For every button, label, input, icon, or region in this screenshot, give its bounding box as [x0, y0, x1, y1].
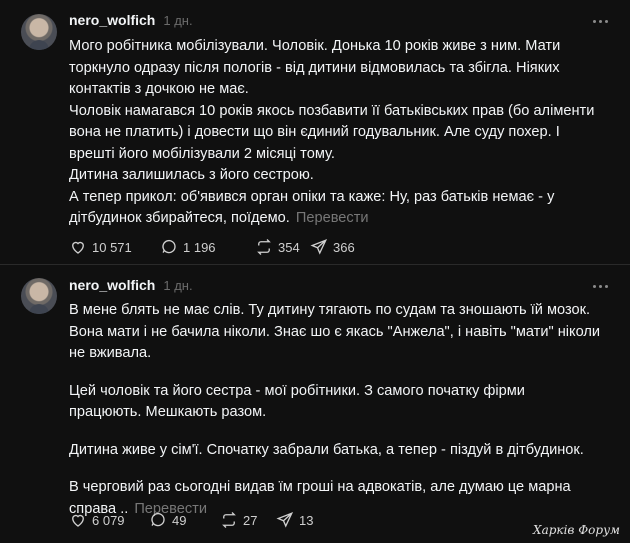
repost-count: 27 — [243, 512, 258, 528]
divider — [0, 264, 630, 265]
comment-count: 49 — [172, 512, 187, 528]
text-line: Дитина залишилась з його сестрою. — [69, 167, 314, 183]
text-line: Чоловік намагався 10 років якось позбави… — [69, 102, 595, 119]
share-button[interactable]: 366 — [310, 238, 355, 256]
text-line: не вживала. — [69, 345, 152, 361]
text-line: Цей чоловік та його сестра - мої робітни… — [69, 382, 525, 399]
comment-icon — [162, 239, 176, 254]
share-icon — [276, 512, 294, 528]
text-line: торкнуло одразу після пологів - від дити… — [69, 59, 560, 76]
repost-icon — [222, 512, 236, 528]
avatar[interactable] — [21, 278, 57, 314]
action-bar: 10 571 1 196 354 366 — [69, 237, 355, 257]
share-icon — [310, 239, 328, 255]
text-line: А тепер прикол: об'явився орган опіки та… — [69, 188, 555, 205]
heart-icon — [72, 241, 84, 254]
watermark: Харків Форум — [533, 523, 620, 537]
text-line: Дитина живе у сім'ї. Спочатку забрали ба… — [69, 441, 584, 458]
repost-icon — [257, 239, 271, 255]
text-line: вона не платить) і довести що він єдиний… — [69, 124, 560, 140]
username[interactable]: nero_wolfich — [69, 12, 155, 28]
translate-link[interactable]: Перевести — [296, 210, 369, 226]
text-line: В мене блять не має слів. Ту дитину тяга… — [69, 302, 591, 318]
comment-button[interactable]: 49 — [149, 511, 220, 529]
comment-button[interactable]: 1 196 — [160, 238, 255, 256]
username[interactable]: nero_wolfich — [69, 277, 155, 293]
heart-icon — [72, 514, 84, 527]
comment-icon — [151, 512, 165, 527]
text-line: Мого робітника мобілізували. Чоловік. До… — [69, 38, 561, 54]
timestamp[interactable]: 1 дн. — [163, 13, 192, 28]
like-button[interactable]: 10 571 — [69, 238, 160, 256]
text-line: В черговий раз сьогодні видав їм гроші н… — [69, 479, 571, 495]
share-count: 366 — [333, 239, 355, 255]
action-bar: 6 079 49 27 13 — [69, 510, 313, 530]
share-button[interactable]: 13 — [276, 511, 313, 529]
text-line: Вона мати і не бачила ніколи. Знає шо є … — [69, 323, 601, 340]
text-line: працюють. Мешкають разом. — [69, 404, 267, 420]
repost-count: 354 — [278, 239, 300, 255]
text-line: контактів з дочкою не має. — [69, 81, 249, 97]
more-icon[interactable] — [590, 279, 610, 293]
post-text: В мене блять не має слів. Ту дитину тяга… — [69, 300, 609, 520]
repost-button[interactable]: 27 — [220, 511, 276, 529]
repost-button[interactable]: 354 — [255, 238, 310, 256]
like-button[interactable]: 6 079 — [69, 511, 149, 529]
avatar[interactable] — [21, 14, 57, 50]
timestamp[interactable]: 1 дн. — [163, 278, 192, 293]
post-text: Мого робітника мобілізували. Чоловік. До… — [69, 36, 609, 230]
like-count: 6 079 — [92, 512, 125, 528]
comment-count: 1 196 — [183, 239, 216, 255]
text-line: дітбудинок збирайтеся, поїдемо. — [69, 210, 290, 226]
share-count: 13 — [299, 512, 314, 528]
like-count: 10 571 — [92, 239, 132, 255]
more-icon[interactable] — [590, 14, 610, 28]
text-line: врешті його мобілізували 2 місяці тому. — [69, 145, 335, 162]
